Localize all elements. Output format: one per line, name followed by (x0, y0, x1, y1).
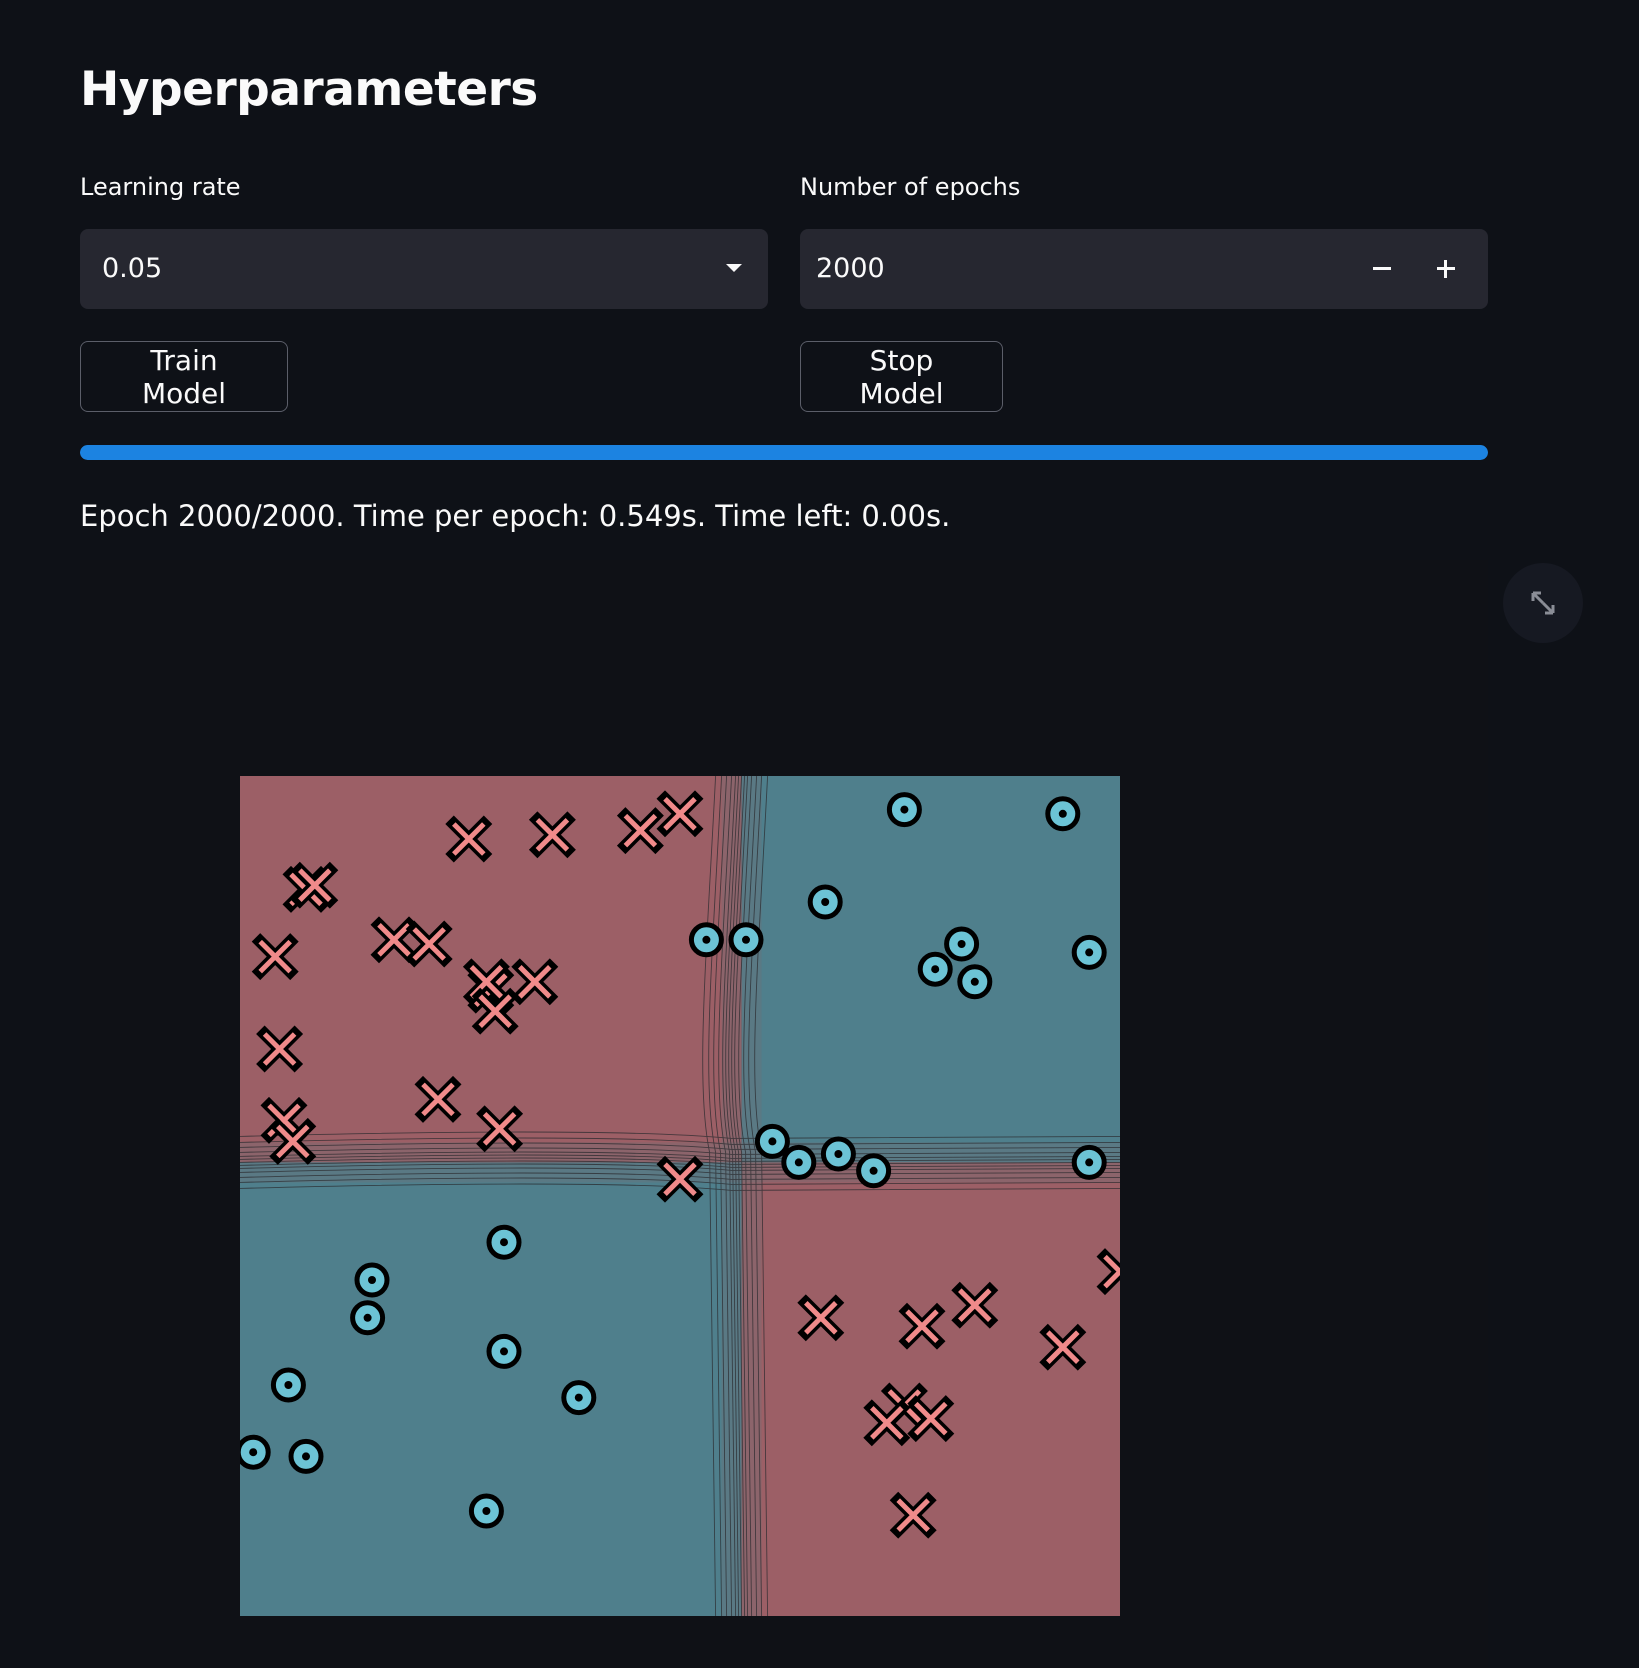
circle-marker (486, 1224, 522, 1260)
plus-icon[interactable] (1424, 247, 1468, 291)
circle-marker (807, 884, 843, 920)
region-bottom-right (741, 1162, 1120, 1616)
circle-marker (917, 951, 953, 987)
circle-marker (820, 1136, 856, 1172)
circle-marker (561, 1380, 597, 1416)
circle-marker (886, 792, 922, 828)
learning-rate-label: Learning rate (80, 173, 241, 201)
circle-marker (354, 1262, 390, 1298)
chevron-down-icon[interactable] (726, 264, 742, 272)
progress-bar-fill (80, 445, 1488, 460)
circle-marker (728, 922, 764, 958)
circle-marker (957, 964, 993, 1000)
circle-marker (944, 926, 980, 962)
decision-boundary-plot (240, 776, 1120, 1616)
page-title: Hyperparameters (80, 62, 538, 117)
epochs-label: Number of epochs (800, 173, 1021, 201)
progress-bar (80, 445, 1488, 460)
fullscreen-button[interactable] (1503, 563, 1583, 643)
epochs-value[interactable]: 2000 (816, 229, 885, 309)
minus-icon[interactable] (1360, 247, 1404, 291)
epochs-number-input[interactable]: 2000 (800, 229, 1488, 309)
circle-marker (688, 922, 724, 958)
circle-marker (270, 1367, 306, 1403)
expand-icon (1531, 591, 1555, 615)
region-bottom-left (240, 1162, 742, 1616)
circle-marker (781, 1144, 817, 1180)
stop-model-button[interactable]: Stop Model (800, 341, 1003, 412)
circle-marker (1045, 796, 1081, 832)
circle-marker (1071, 1144, 1107, 1180)
circle-marker (288, 1438, 324, 1474)
learning-rate-value: 0.05 (102, 253, 163, 284)
circle-marker (1071, 934, 1107, 970)
circle-marker (240, 1434, 271, 1470)
train-model-button[interactable]: Train Model (80, 341, 288, 412)
training-status: Epoch 2000/2000. Time per epoch: 0.549s.… (80, 499, 951, 533)
circle-marker (468, 1493, 504, 1529)
circle-marker (754, 1123, 790, 1159)
circle-marker (486, 1333, 522, 1369)
circle-marker (856, 1153, 892, 1189)
learning-rate-select[interactable]: 0.05 (80, 229, 768, 309)
circle-marker (350, 1300, 386, 1336)
